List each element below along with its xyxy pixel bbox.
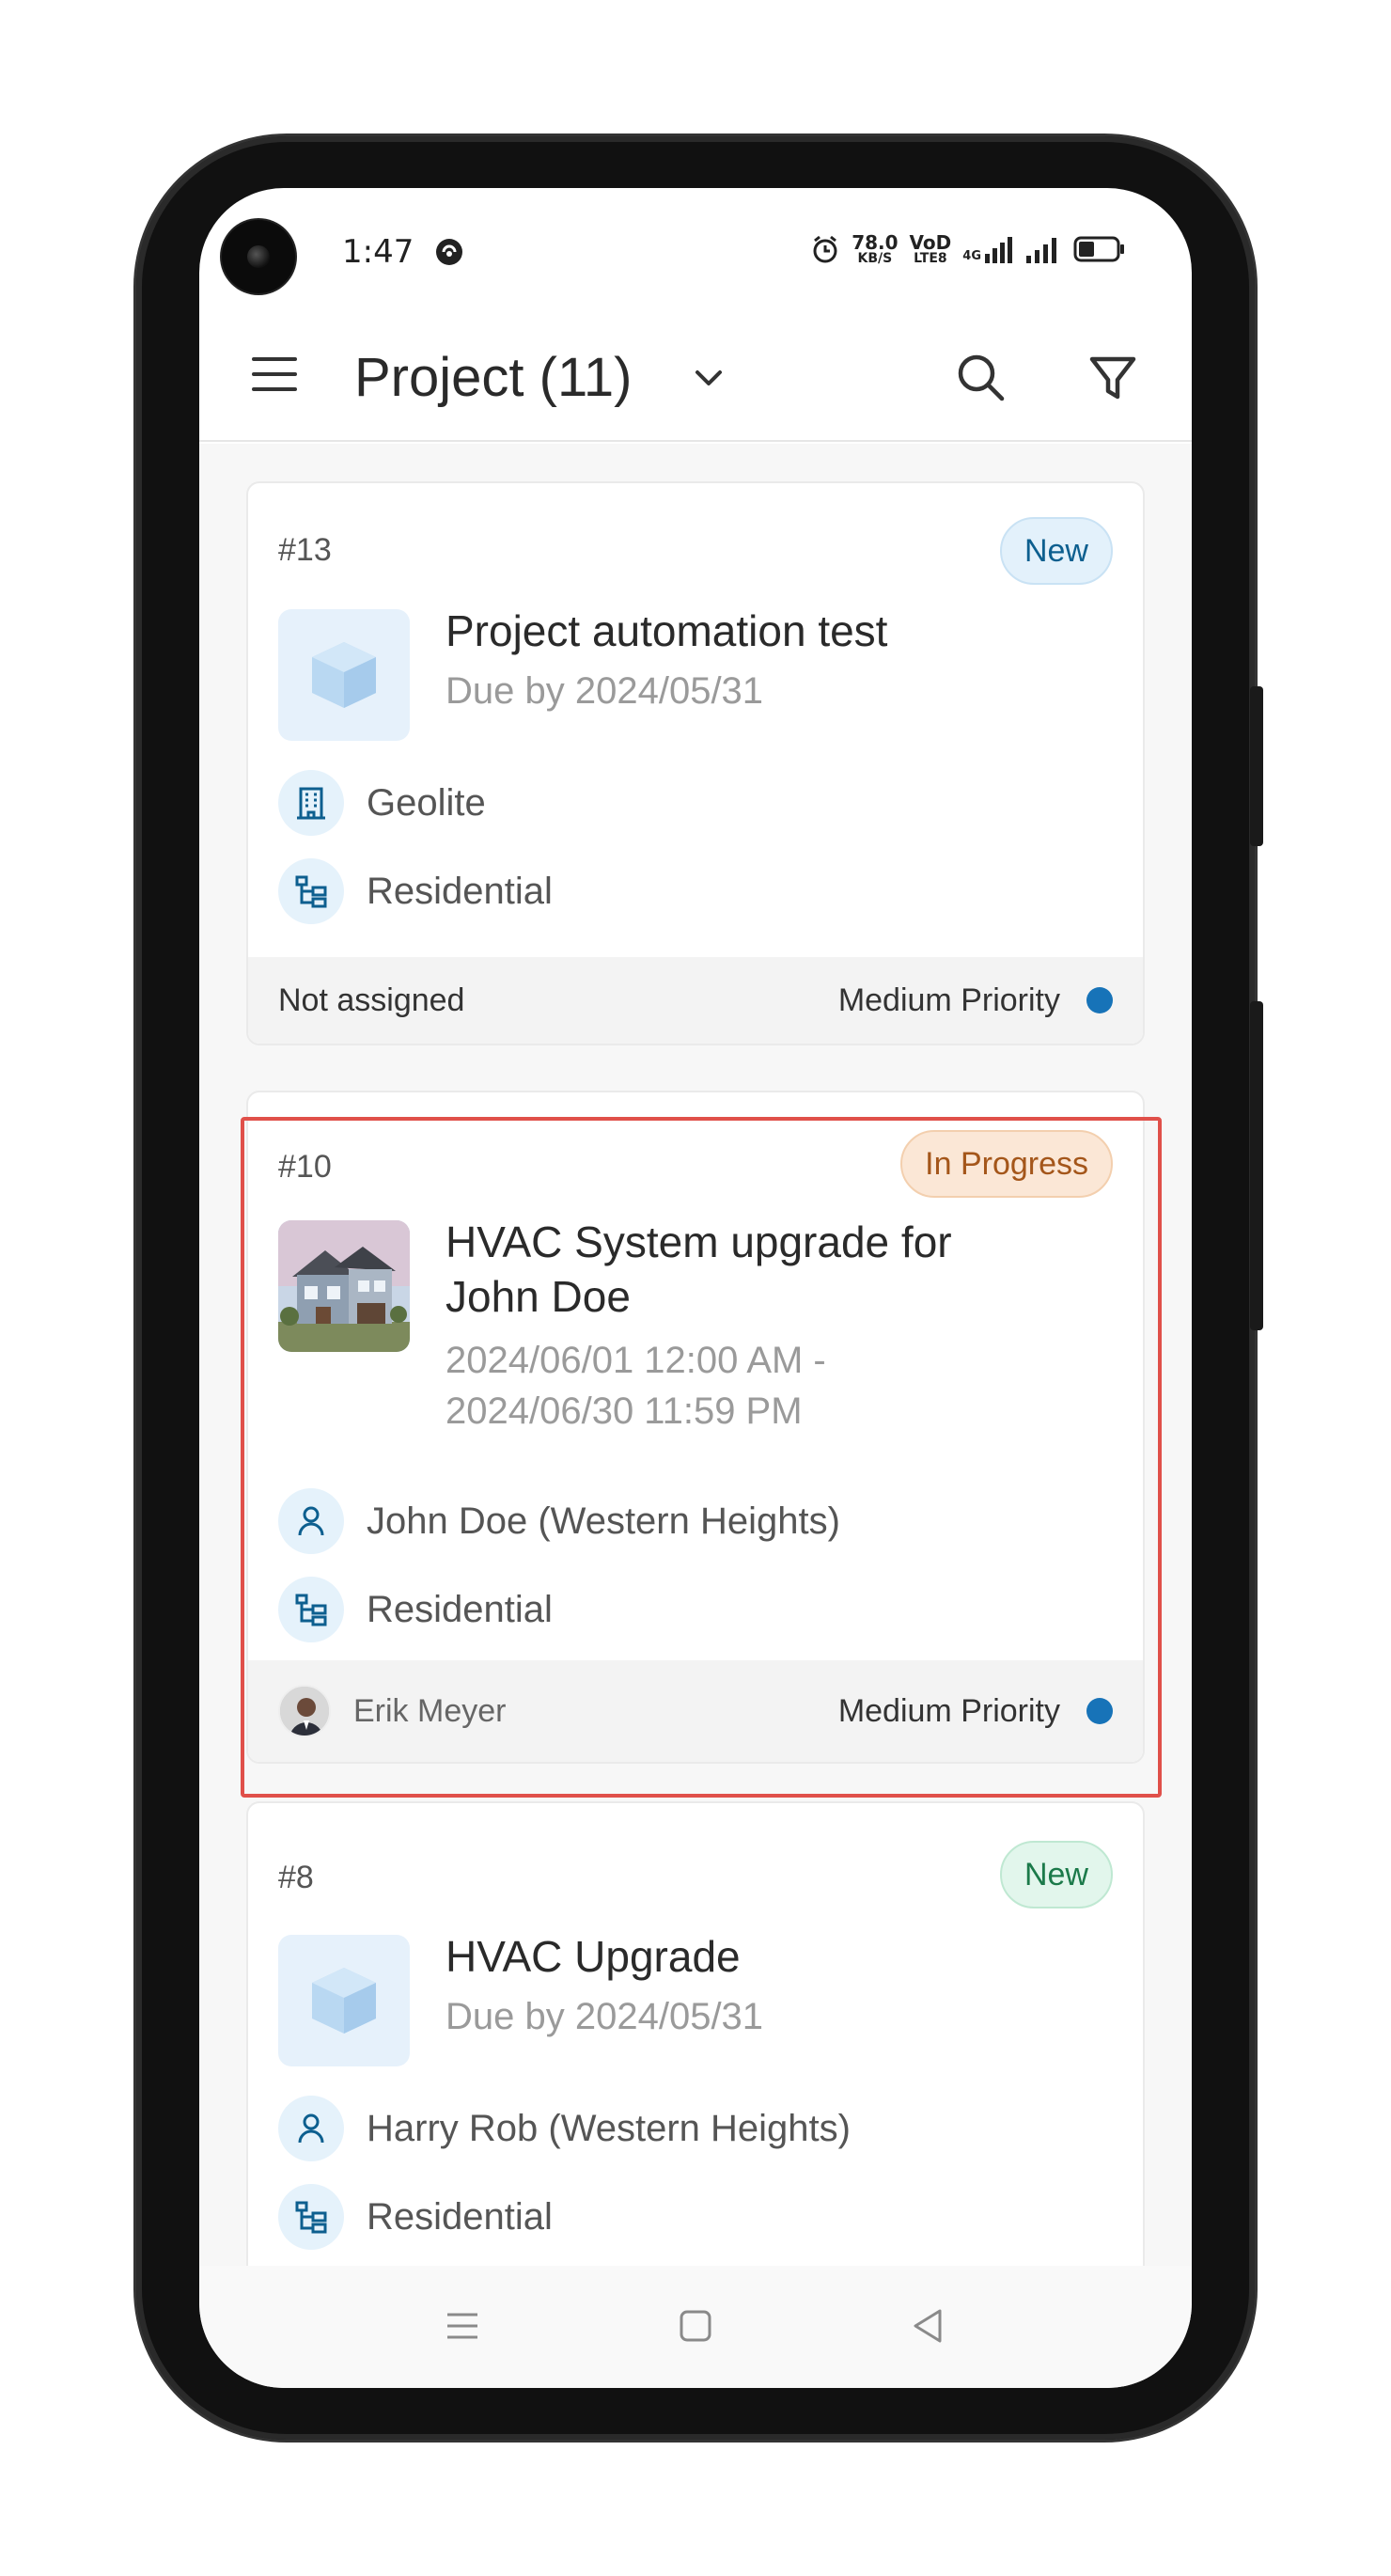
volte-bottom: LTE8 [914,251,947,266]
power-button [1250,1001,1263,1330]
home-icon[interactable] [673,2303,718,2348]
project-card-13[interactable]: #13 New Project automation test Due by 2… [246,481,1145,1045]
menu-icon[interactable] [252,357,297,395]
page-title[interactable]: Project (11) [354,346,632,409]
signal-strength-icon-2 [1026,238,1056,263]
project-title: Project automation test [445,606,888,655]
project-card-10[interactable]: #10 In Progress HVAC System upgrade for … [246,1091,1145,1764]
status-bar: 1:47 78.0 KB/S VoD LTE8 4G [199,188,1192,310]
screen: 1:47 78.0 KB/S VoD LTE8 4G Project (11) … [199,188,1192,2388]
project-due: Due by 2024/05/31 [445,1996,764,2037]
status-icons: 78.0 KB/S VoD LTE8 4G [810,233,1126,265]
app-header: Project (11) [199,310,1192,442]
meta-text: Harry Rob (Western Heights) [367,2107,851,2149]
project-number: #13 [278,532,332,568]
back-icon[interactable] [906,2303,951,2348]
volume-button [1250,686,1263,846]
avatar [278,1685,331,1737]
hierarchy-icon [278,858,344,924]
project-number: #8 [278,1860,314,1895]
status-badge: In Progress [900,1130,1113,1198]
priority-label: Medium Priority [837,982,1060,1018]
card-footer: Not assigned Medium Priority [248,957,1143,1044]
net-speed: 78.0 KB/S [852,233,898,265]
card-footer: Erik Meyer Medium Priority [248,1660,1143,1762]
meta-text: Residential [367,2195,553,2238]
project-title-line2: John Doe [445,1272,631,1321]
meta-text: Geolite [367,781,486,824]
filter-icon[interactable] [1083,348,1143,408]
meta-text: John Doe (Western Heights) [367,1500,840,1542]
priority: Medium Priority [838,982,1113,1019]
meta-row-customer: Harry Rob (Western Heights) [278,2095,851,2162]
net-speed-unit: KB/S [857,251,893,266]
status-time: 1:47 [342,233,414,271]
net-speed-value: 78.0 [852,231,899,254]
hierarchy-icon [278,1577,344,1642]
meta-text: Residential [367,1588,553,1630]
battery-icon [1073,236,1124,262]
app-notification-icon [436,239,462,265]
search-icon[interactable] [951,348,1011,408]
cube-icon [312,1968,376,2034]
project-date-start: 2024/06/01 12:00 AM - [445,1340,826,1381]
project-due: Due by 2024/05/31 [445,670,764,712]
priority: Medium Priority [838,1693,1113,1730]
status-badge: New [999,1841,1113,1908]
meta-row-category: Residential [278,1576,553,1643]
recents-icon[interactable] [440,2303,485,2348]
chevron-down-icon[interactable] [688,357,729,399]
network-type: 4G [962,249,981,263]
house-photo [278,1220,410,1352]
project-title-line1: HVAC System upgrade for [445,1217,952,1266]
project-number: #10 [278,1149,332,1185]
hierarchy-icon [278,2184,344,2250]
signal-strength-icon [985,237,1012,263]
project-card-8[interactable]: #8 New HVAC Upgrade Due by 2024/05/31 Ha… [246,1801,1145,2266]
meta-row-category: Residential [278,2183,553,2251]
volte-top: VoD [909,231,952,254]
meta-text: Residential [367,870,553,912]
system-nav-bar [199,2266,1192,2388]
front-camera [222,220,295,293]
person-icon [278,1488,344,1554]
priority-dot [1086,987,1113,1013]
signal-4g: 4G [962,235,1013,263]
meta-row-customer: John Doe (Western Heights) [278,1487,840,1555]
project-thumbnail [278,1935,410,2066]
priority-label: Medium Priority [837,1692,1060,1729]
assignee: Not assigned [278,982,465,1018]
person-icon [278,2096,344,2161]
building-icon [278,770,344,836]
alarm-icon [813,235,837,263]
project-date-end: 2024/06/30 11:59 PM [445,1390,803,1432]
project-title: HVAC Upgrade [445,1932,741,1981]
status-badge: New [999,517,1113,585]
cube-icon [312,642,376,708]
volte-indicator: VoD LTE8 [910,233,952,265]
project-photo [278,1220,410,1352]
project-thumbnail [278,609,410,741]
meta-row-company: Geolite [278,769,486,837]
meta-row-category: Residential [278,857,553,925]
project-list[interactable]: #13 New Project automation test Due by 2… [199,444,1192,2266]
priority-dot [1086,1698,1113,1724]
assignee: Erik Meyer [353,1692,507,1729]
